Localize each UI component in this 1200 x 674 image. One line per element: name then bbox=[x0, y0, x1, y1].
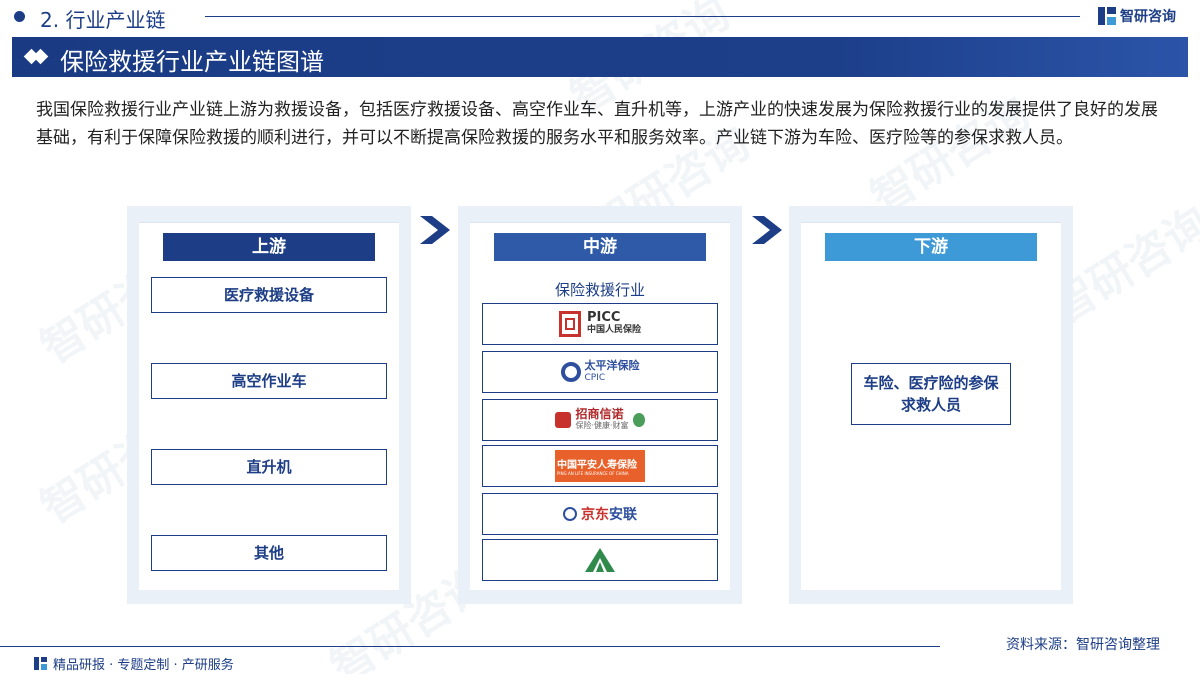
upstream-column: 上游 医疗救援设备 高空作业车 直升机 其他 bbox=[127, 206, 411, 604]
upstream-item-other: 其他 bbox=[151, 535, 387, 571]
downstream-panel: 下游 车险、医疗险的参保求救人员 bbox=[801, 222, 1061, 590]
midstream-column: 中游 保险救援行业 PICC 中国人民保险 太平洋保险 CPIC 招商信诺 保险… bbox=[458, 206, 742, 604]
tagline-text: 精品研报 · 专题定制 · 产研服务 bbox=[53, 658, 234, 673]
mountain-logo-icon bbox=[585, 548, 615, 572]
pingan-sub: PING AN LIFE INSURANCE OF CHINA bbox=[557, 471, 629, 476]
company-logo-pingan: 中国平安人寿保险 PING AN LIFE INSURANCE OF CHINA bbox=[482, 445, 718, 487]
picc-name: PICC bbox=[586, 310, 621, 325]
logo-text: 智研咨询 bbox=[1120, 9, 1176, 25]
cpic-name: 太平洋保险 bbox=[584, 359, 640, 372]
logo-icon bbox=[34, 657, 47, 670]
company-logo-picc: PICC 中国人民保险 bbox=[482, 303, 718, 345]
diamond-icon bbox=[23, 48, 49, 66]
footer-tagline: 精品研报 · 专题定制 · 产研服务 bbox=[34, 654, 234, 673]
downstream-header: 下游 bbox=[825, 233, 1037, 261]
intro-paragraph: 我国保险救援行业产业链上游为救援设备，包括医疗救援设备、高空作业车、直升机等，上… bbox=[36, 100, 1158, 148]
chevron-right-icon bbox=[420, 216, 450, 244]
midstream-header: 中游 bbox=[494, 233, 706, 261]
picc-icon bbox=[558, 311, 581, 337]
top-header: 2. 行业产业链 智研咨询 bbox=[0, 0, 1200, 34]
title-banner: 保险救援行业产业链图谱 bbox=[12, 37, 1188, 77]
company-logo-mountain bbox=[482, 539, 718, 581]
source-note: 资料来源：智研咨询整理 bbox=[1006, 637, 1160, 653]
jd-allianz-name: 京东安联 bbox=[581, 507, 637, 523]
chevron-right-icon bbox=[752, 216, 782, 244]
upstream-item-medical: 医疗救援设备 bbox=[151, 277, 387, 313]
header-divider bbox=[205, 16, 1080, 17]
cpic-sub: CPIC bbox=[584, 373, 606, 383]
picc-sub: 中国人民保险 bbox=[586, 325, 641, 335]
footer-divider bbox=[0, 646, 940, 647]
midstream-panel: 中游 保险救援行业 PICC 中国人民保险 太平洋保险 CPIC 招商信诺 保险… bbox=[470, 222, 730, 590]
pingan-name: 中国平安人寿保险 bbox=[557, 460, 637, 471]
downstream-item-insured-persons: 车险、医疗险的参保求救人员 bbox=[851, 363, 1011, 425]
upstream-item-aerial-vehicle: 高空作业车 bbox=[151, 363, 387, 399]
company-logo-cmb-cigna: 招商信诺 保险·健康·财富 bbox=[482, 399, 718, 441]
company-logo-jd-allianz: 京东安联 bbox=[482, 493, 718, 535]
section-title: 2. 行业产业链 bbox=[40, 8, 166, 32]
leaf-icon bbox=[632, 413, 645, 427]
page-title: 保险救援行业产业链图谱 bbox=[60, 48, 324, 76]
cpic-icon bbox=[560, 362, 581, 382]
logo-icon bbox=[1098, 7, 1116, 25]
logo: 智研咨询 bbox=[1098, 6, 1176, 26]
upstream-panel: 上游 医疗救援设备 高空作业车 直升机 其他 bbox=[139, 222, 399, 590]
pingan-badge: 中国平安人寿保险 PING AN LIFE INSURANCE OF CHINA bbox=[555, 450, 645, 482]
upstream-header: 上游 bbox=[163, 233, 375, 261]
upstream-item-helicopter: 直升机 bbox=[151, 449, 387, 485]
bullet-icon bbox=[14, 11, 25, 22]
cmb-cigna-sub: 保险·健康·财富 bbox=[575, 421, 629, 430]
company-logo-cpic: 太平洋保险 CPIC bbox=[482, 351, 718, 393]
cmb-cigna-name: 招商信诺 bbox=[575, 407, 624, 421]
jd-allianz-icon bbox=[563, 507, 577, 521]
cmb-cigna-icon bbox=[555, 412, 572, 428]
downstream-column: 下游 车险、医疗险的参保求救人员 bbox=[789, 206, 1073, 604]
midstream-subtitle: 保险救援行业 bbox=[554, 281, 645, 299]
